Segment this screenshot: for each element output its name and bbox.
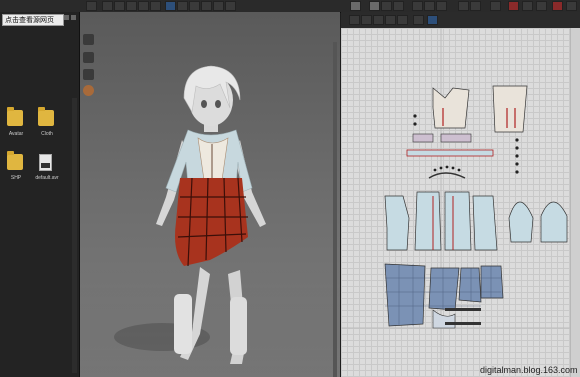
pattern-layer-button[interactable] [361,15,372,25]
pattern-view-button[interactable] [349,15,360,25]
pattern-canvas [341,28,580,377]
pattern-arrange-button[interactable] [413,15,424,25]
pattern-toolbar [341,12,580,29]
library-scrollbar[interactable] [72,98,77,373]
watermark-text: digitalman.blog.163.com [480,365,578,375]
library-panel: 点击查看源网页 Avatar Cloth SHP default.avr [0,12,80,377]
move-tool-button[interactable] [86,1,97,11]
3d-viewport[interactable] [80,12,340,377]
pattern-zoom-button[interactable] [566,1,577,11]
transform-tool-button[interactable] [114,1,125,11]
vest-back-piece[interactable] [492,85,528,133]
tooltip: 点击查看源网页 [2,14,64,26]
right-boot [230,297,247,355]
skirt-panel-piece[interactable] [428,267,460,311]
shirt-side-piece[interactable] [472,195,498,251]
skirt-hem-piece[interactable] [432,309,456,329]
pattern-rect-button[interactable] [458,1,469,11]
skirt-back-piece[interactable] [480,265,504,299]
library-item[interactable]: SHP [1,151,31,190]
left-boot [174,294,192,354]
waistband-piece[interactable] [406,149,494,157]
pattern-snap-button[interactable] [373,15,384,25]
skirt-pieces [384,263,504,329]
2d-pattern-editor[interactable] [341,28,580,377]
scale-tool-button[interactable] [138,1,149,11]
shirt-front-right-piece[interactable] [444,191,472,251]
sleeve-left-piece[interactable] [384,195,410,251]
pattern-dart-button[interactable] [490,1,501,11]
select-tool-button[interactable] [102,1,113,11]
sleeve-back-piece[interactable] [540,201,568,243]
rotate-tool-button[interactable] [126,1,137,11]
skirt-front-piece[interactable] [384,263,426,327]
texture-display-button[interactable] [225,1,236,11]
library-item[interactable]: Cloth [32,107,62,146]
folder-icon [7,107,23,126]
left-eye [201,100,207,108]
library-item-label: Cloth [41,131,53,137]
avatar-figure [114,65,266,364]
avatar-display-button[interactable] [201,1,212,11]
pattern-point-button[interactable] [393,1,404,11]
file-icon [39,154,52,171]
garment-display-button[interactable] [213,1,224,11]
shirt-front-left-piece[interactable] [414,191,442,251]
view-tool-button[interactable] [177,1,188,11]
pattern-line-button[interactable] [436,1,447,11]
pattern-mode-button[interactable] [427,15,438,25]
refresh-button[interactable] [350,1,361,11]
pattern-poly-button[interactable] [470,1,481,11]
pattern-scrollbar[interactable] [570,28,580,377]
vest-front-piece[interactable] [432,87,470,129]
simulate-button[interactable] [165,1,176,11]
pattern-guides-button[interactable] [397,15,408,25]
skirt [175,178,248,266]
pattern-sewing-button[interactable] [424,1,435,11]
strap-piece[interactable] [412,133,434,143]
pattern-select-button[interactable] [369,1,380,11]
pattern-edit-button[interactable] [381,1,392,11]
camera-button[interactable] [189,1,200,11]
pattern-grid-button[interactable] [385,15,396,25]
viewport-scrollbar[interactable] [333,42,337,377]
skirt-panel-piece[interactable] [458,267,482,303]
pattern-mirror-button[interactable] [522,1,533,11]
pattern-copy-button[interactable] [536,1,547,11]
library-item[interactable]: Avatar [1,107,31,146]
collar-piece[interactable] [428,172,466,179]
library-item-label: default.avr [35,175,59,181]
strip-piece[interactable] [445,322,481,325]
pattern-play-button[interactable] [412,1,423,11]
folder-icon [38,107,54,126]
panel-minimize-icon[interactable] [64,15,69,20]
sleeve-right-piece[interactable] [508,201,534,243]
panel-close-icon[interactable] [71,15,76,20]
strip-piece[interactable] [445,308,481,311]
library-item[interactable]: default.avr [32,154,62,190]
folder-icon [7,151,23,170]
strap-piece[interactable] [440,133,472,143]
library-item-label: SHP [10,175,22,181]
pattern-delete-button[interactable] [508,1,519,11]
pattern-flip-button[interactable] [552,1,563,11]
library-item-label: Avatar [8,131,24,137]
right-eye [215,100,221,108]
pin-tool-button[interactable] [150,1,161,11]
